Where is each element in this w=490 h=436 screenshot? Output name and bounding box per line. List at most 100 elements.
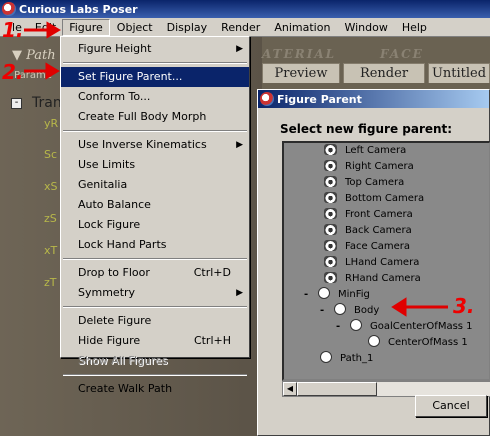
param-label[interactable]: xS: [44, 180, 58, 193]
poser-logo-icon: [260, 92, 274, 106]
list-item[interactable]: CenterOfMass 1: [368, 335, 468, 351]
figure-icon: [318, 287, 330, 299]
face-room-tab[interactable]: FACE: [380, 47, 424, 61]
body-icon: [334, 303, 346, 315]
menu-item-label: Use Limits: [78, 158, 136, 171]
list-item[interactable]: - Body: [320, 303, 379, 319]
menu-item-symmetry[interactable]: Symmetry ▶: [61, 283, 249, 303]
menu-item-use-limits[interactable]: Use Limits: [61, 155, 249, 175]
list-item[interactable]: Face Camera: [324, 239, 410, 255]
list-item-label: MinFig: [338, 289, 370, 300]
list-item[interactable]: Path_1: [320, 351, 373, 367]
menu-item-label: Delete Figure: [78, 314, 152, 327]
app-title: Curious Labs Poser: [19, 2, 138, 16]
menu-item-delete-figure[interactable]: Delete Figure: [61, 311, 249, 331]
menu-item-label: Show All Figures: [78, 354, 168, 367]
menu-separator: [63, 306, 247, 308]
poser-logo-icon: [2, 2, 16, 16]
camera-icon: [324, 224, 337, 235]
tab-render[interactable]: Render: [343, 63, 425, 83]
menu-item-create-walk-path[interactable]: Create Walk Path: [61, 379, 249, 399]
menu-item-auto-balance[interactable]: Auto Balance: [61, 195, 249, 215]
menu-item-use-inverse-kinematics[interactable]: Use Inverse Kinematics ▶: [61, 135, 249, 155]
list-item[interactable]: Bottom Camera: [324, 191, 424, 207]
list-item[interactable]: LHand Camera: [324, 255, 419, 271]
camera-icon: [324, 272, 337, 283]
menu-item-conform-to[interactable]: Conform To...: [61, 87, 249, 107]
menu-separator: [63, 62, 247, 64]
camera-icon: [324, 256, 337, 267]
annotation-step-1: 1.: [2, 18, 24, 42]
scrollbar-thumb[interactable]: [297, 382, 377, 396]
menu-item-label: Drop to Floor: [78, 266, 150, 279]
list-item-label: Body: [354, 305, 380, 316]
menu-edit[interactable]: Edit: [29, 19, 62, 36]
camera-icon: [324, 160, 337, 171]
menu-item-lock-figure[interactable]: Lock Figure: [61, 215, 249, 235]
menu-separator: [63, 130, 247, 132]
menu-item-lock-hand-parts[interactable]: Lock Hand Parts: [61, 235, 249, 255]
menu-item-set-figure-parent[interactable]: Set Figure Parent...: [61, 67, 249, 87]
tab-untitled[interactable]: Untitled: [428, 63, 490, 83]
figure-menu: Figure Height ▶ Set Figure Parent... Confor…: [60, 36, 250, 395]
menu-item-genitalia[interactable]: Genitalia: [61, 175, 249, 195]
list-item-label: Left Camera: [345, 145, 407, 156]
menu-item-hide-figure[interactable]: Hide Figure Ctrl+H: [61, 331, 249, 351]
submenu-arrow-icon: ▶: [236, 44, 243, 54]
param-label[interactable]: yR: [44, 117, 58, 130]
tree-collapse-toggle[interactable]: -: [11, 98, 22, 109]
prop-icon: [350, 319, 362, 331]
tree-expander[interactable]: -: [320, 303, 334, 319]
menu-object[interactable]: Object: [110, 19, 160, 36]
prop-icon: [368, 335, 380, 347]
dialog-title: Figure Parent: [277, 92, 362, 106]
menu-item-drop-to-floor[interactable]: Drop to Floor Ctrl+D: [61, 263, 249, 283]
menu-display[interactable]: Display: [160, 19, 215, 36]
cancel-button[interactable]: Cancel: [415, 395, 487, 417]
menu-shortcut: Ctrl+H: [193, 334, 231, 347]
menu-animation[interactable]: Animation: [267, 19, 337, 36]
menu-item-label: Create Full Body Morph: [78, 110, 207, 123]
submenu-arrow-icon: ▶: [236, 288, 243, 298]
figure-parent-dialog: Figure Parent Select new figure parent: …: [257, 89, 490, 436]
param-label[interactable]: Sc: [44, 148, 57, 161]
list-item[interactable]: Front Camera: [324, 207, 413, 223]
menu-window[interactable]: Window: [337, 19, 394, 36]
menu-figure[interactable]: Figure: [62, 18, 110, 36]
material-room-tab[interactable]: ATERIAL: [262, 47, 336, 61]
list-item[interactable]: RHand Camera: [324, 271, 421, 287]
param-label[interactable]: xT: [44, 244, 57, 257]
list-item[interactable]: - GoalCenterOfMass 1: [336, 319, 473, 335]
menu-item-figure-height[interactable]: Figure Height ▶: [61, 39, 249, 59]
menu-item-create-full-body-morph[interactable]: Create Full Body Morph: [61, 107, 249, 127]
menu-render[interactable]: Render: [214, 19, 267, 36]
menu-item-label: Figure Height: [78, 42, 152, 55]
list-item-label: Path_1: [340, 353, 374, 364]
parent-listbox[interactable]: Left Camera Right Camera Top Camera Bottom …: [282, 141, 490, 381]
list-item[interactable]: Back Camera: [324, 223, 412, 239]
list-item[interactable]: - MinFig: [304, 287, 370, 303]
menu-item-label: Symmetry: [78, 286, 136, 299]
tab-preview[interactable]: Preview: [262, 63, 340, 83]
list-item-label: CenterOfMass 1: [388, 337, 468, 348]
list-item[interactable]: Right Camera: [324, 159, 414, 175]
list-item-label: Top Camera: [345, 177, 405, 188]
menu-item-label: Auto Balance: [78, 198, 151, 211]
menu-item-show-all-figures[interactable]: Show All Figures: [61, 351, 249, 371]
scroll-left-icon[interactable]: ◀: [283, 382, 297, 396]
param-label[interactable]: zT: [44, 276, 57, 289]
tree-expander[interactable]: -: [304, 287, 318, 303]
tree-expander[interactable]: -: [336, 319, 350, 335]
list-item[interactable]: Top Camera: [324, 175, 404, 191]
list-item[interactable]: Left Camera: [324, 143, 406, 159]
menu-item-label: Create Walk Path: [78, 382, 173, 395]
list-item-label: Front Camera: [345, 209, 413, 220]
camera-icon: [324, 208, 337, 219]
menu-item-label: Lock Figure: [78, 218, 141, 231]
param-label[interactable]: zS: [44, 212, 57, 225]
menu-separator: [63, 258, 247, 260]
menu-help[interactable]: Help: [395, 19, 434, 36]
menu-item-label: Genitalia: [78, 178, 128, 191]
menu-item-label: Hide Figure: [78, 334, 141, 347]
menu-item-label: Lock Hand Parts: [78, 238, 167, 251]
